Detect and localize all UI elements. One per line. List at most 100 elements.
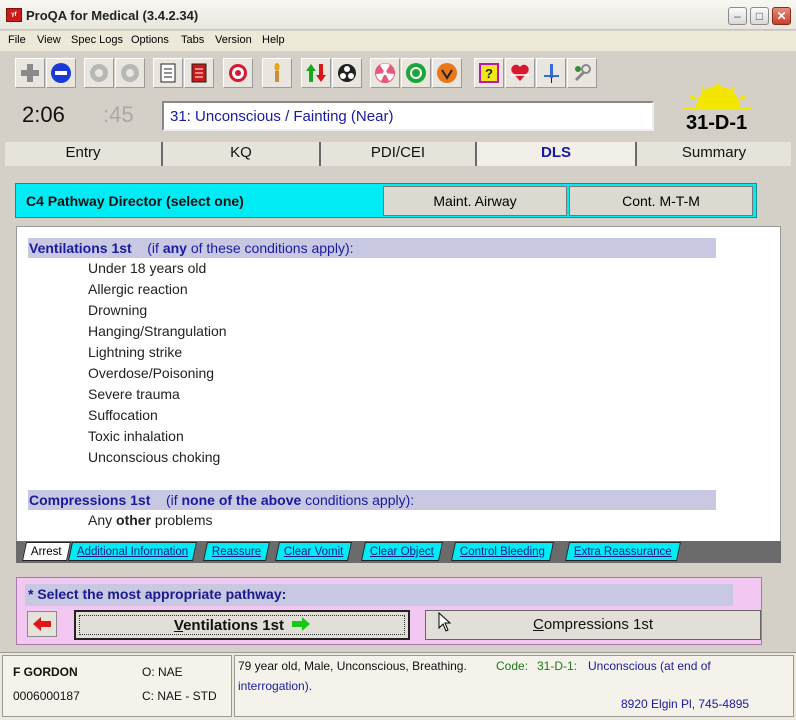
- subtab-additional-information-label: Additional Information: [76, 546, 189, 558]
- subtab-arrest-label: Arrest: [30, 546, 62, 558]
- condition-item: Allergic reaction: [88, 281, 188, 297]
- orange-symbol-icon[interactable]: [432, 58, 462, 88]
- cont-mtm-button[interactable]: Cont. M-T-M: [569, 186, 753, 216]
- case-number: 0006000187: [13, 689, 80, 703]
- condition-item: Hanging/Strangulation: [88, 323, 227, 339]
- tab-dls[interactable]: DLS: [477, 142, 637, 166]
- ventilations-heading-title: Ventilations 1st: [29, 240, 132, 256]
- caller-address: 8920 Elgin Pl, 745-4895: [621, 697, 750, 711]
- menu-file[interactable]: File: [8, 34, 26, 46]
- syringe-icon[interactable]: [536, 58, 566, 88]
- menu-spec-logs[interactable]: Spec Logs: [71, 34, 123, 46]
- case-summary: 79 year old, Male, Unconscious, Breathin…: [234, 655, 794, 717]
- condition-item: Overdose/Poisoning: [88, 365, 215, 381]
- subtab-clear-vomit[interactable]: Clear Vomit: [274, 542, 353, 561]
- tab-pdi-cei[interactable]: PDI/CEI: [321, 142, 477, 166]
- subtab-extra-reassurance[interactable]: Extra Reassurance: [564, 542, 681, 561]
- minimize-button[interactable]: –: [728, 7, 747, 25]
- pathway-select-panel: * Select the most appropriate pathway: V…: [16, 577, 762, 645]
- condition-item: Unconscious choking: [88, 449, 221, 465]
- compressions-heading-emph: none of the above: [181, 492, 302, 508]
- target-icon[interactable]: [223, 58, 253, 88]
- ventilations-heading: Ventilations 1st (if any of these condit…: [28, 238, 716, 258]
- plus-icon[interactable]: [15, 58, 45, 88]
- code-value: 31-D-1:: [537, 659, 578, 673]
- tab-entry[interactable]: Entry: [5, 142, 163, 166]
- compressions-heading-post: conditions apply):: [301, 492, 415, 508]
- wrench-icon[interactable]: [567, 58, 597, 88]
- subtab-reassure-label: Reassure: [211, 546, 262, 558]
- menu-options[interactable]: Options: [131, 34, 169, 46]
- main-tabs: Entry KQ PDI/CEI DLS Summary: [5, 142, 791, 166]
- menu-tabs[interactable]: Tabs: [181, 34, 204, 46]
- condition-item: Lightning strike: [88, 344, 183, 360]
- elapsed-time: 2:06: [22, 102, 65, 127]
- biohazard-icon[interactable]: [332, 58, 362, 88]
- subtab-reassure[interactable]: Reassure: [202, 542, 271, 561]
- radiation-icon[interactable]: [370, 58, 400, 88]
- recycle-icon[interactable]: [401, 58, 431, 88]
- sunrise-icon: [684, 84, 752, 110]
- subtab-extra-reassurance-label: Extra Reassurance: [573, 546, 672, 558]
- dls-content-panel: Ventilations 1st (if any of these condit…: [16, 226, 781, 542]
- menu-help[interactable]: Help: [262, 34, 285, 46]
- heart-icon[interactable]: [505, 58, 535, 88]
- condition-item: Severe trauma: [88, 386, 180, 402]
- disabled-circle-icon[interactable]: [115, 58, 145, 88]
- title-bar: ᵞᶠ ProQA for Medical (3.4.2.34) – □ ✕: [0, 0, 796, 30]
- question-icon[interactable]: ?: [474, 58, 504, 88]
- close-button[interactable]: ✕: [772, 7, 791, 25]
- tab-kq[interactable]: KQ: [163, 142, 321, 166]
- subtab-clear-object-label: Clear Object: [369, 546, 434, 558]
- pathway-director-title: C4 Pathway Director (select one): [26, 193, 244, 209]
- tab-summary[interactable]: Summary: [637, 142, 791, 166]
- compressions-heading-pre: (if: [165, 492, 182, 508]
- subtab-control-bleeding-label: Control Bleeding: [459, 546, 545, 558]
- no-entry-icon[interactable]: [46, 58, 76, 88]
- disabled-circle-icon[interactable]: [84, 58, 114, 88]
- condition-item: Toxic inhalation: [88, 428, 184, 444]
- condition-item: Drowning: [88, 302, 148, 318]
- subtab-clear-vomit-label: Clear Vomit: [283, 546, 344, 558]
- compressions-first-label: ompressions 1st: [543, 616, 654, 633]
- determinant-code: 31-D-1: [686, 112, 748, 134]
- menu-version[interactable]: Version: [215, 34, 252, 46]
- maint-airway-button[interactable]: Maint. Airway: [383, 186, 567, 216]
- compressions-first-button[interactable]: Compressions 1st: [425, 610, 761, 640]
- candle-icon[interactable]: [262, 58, 292, 88]
- updown-arrows-icon[interactable]: [301, 58, 331, 88]
- ventilations-heading-post: of these conditions apply):: [186, 240, 354, 256]
- compressions-item-emph: other: [116, 512, 152, 528]
- subtab-arrest[interactable]: Arrest: [21, 542, 71, 561]
- subtab-clear-object[interactable]: Clear Object: [360, 542, 443, 561]
- maximize-button[interactable]: □: [750, 7, 769, 25]
- compressions-item-post: problems: [151, 512, 213, 528]
- condition-item: Suffocation: [88, 407, 158, 423]
- condition-item: Under 18 years old: [88, 260, 207, 276]
- document-icon[interactable]: [153, 58, 183, 88]
- ventilations-heading-pre: (if: [147, 240, 163, 256]
- compressions-first-mnemonic: C: [532, 616, 544, 633]
- toolbar: ?: [0, 52, 796, 98]
- menu-view[interactable]: View: [37, 34, 61, 46]
- code-description-cont: interrogation).: [238, 679, 313, 693]
- o-code: O: NAE: [142, 665, 183, 679]
- subtab-additional-information[interactable]: Additional Information: [67, 542, 198, 561]
- subtab-control-bleeding[interactable]: Control Bleeding: [450, 542, 555, 561]
- pathway-select-prompt: * Select the most appropriate pathway:: [25, 584, 733, 606]
- code-label: Code:: [496, 659, 529, 673]
- red-document-icon[interactable]: [184, 58, 214, 88]
- compressions-heading-title: Compressions 1st: [29, 492, 151, 508]
- left-arrow-icon: [33, 617, 51, 631]
- ventilations-first-button[interactable]: Ventilations 1st: [74, 610, 410, 640]
- chief-complaint-text: 31: Unconscious / Fainting (Near): [170, 108, 394, 125]
- window-title: ProQA for Medical (3.4.2.34): [26, 8, 199, 23]
- app-icon[interactable]: ᵞᶠ: [6, 8, 22, 22]
- elapsed-seconds: :45: [103, 102, 134, 127]
- compressions-heading: Compressions 1st (if none of the above c…: [28, 490, 716, 510]
- menu-bar: File View Spec Logs Options Tabs Version…: [0, 31, 796, 51]
- ventilations-first-label: entilations 1st: [183, 617, 284, 634]
- back-button[interactable]: [27, 611, 57, 637]
- c-code: C: NAE - STD: [142, 689, 217, 703]
- pathway-director: C4 Pathway Director (select one) Maint. …: [15, 183, 757, 218]
